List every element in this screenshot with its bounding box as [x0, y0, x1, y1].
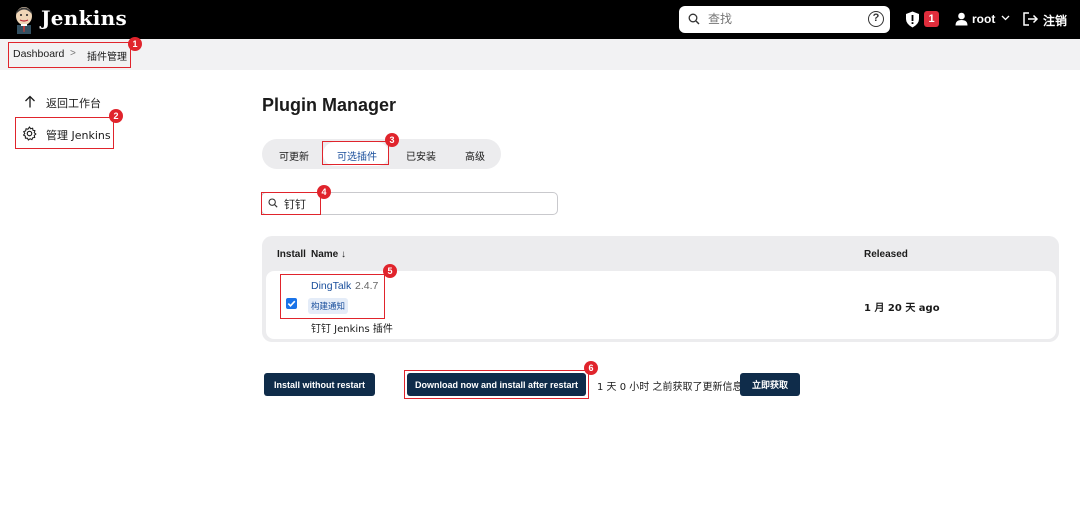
update-info-text: 1 天 0 小时 之前获取了更新信息: [597, 382, 743, 393]
column-header-released[interactable]: Released: [864, 249, 908, 260]
arrow-up-icon: [25, 95, 35, 108]
annotation-number-4: 4: [317, 185, 331, 199]
annotation-box-3: [322, 141, 389, 165]
annotation-number-2: 2: [109, 109, 123, 123]
annotation-number-5: 5: [383, 264, 397, 278]
column-header-name[interactable]: Name ↓: [311, 249, 346, 260]
security-count-badge[interactable]: 1: [924, 11, 939, 27]
annotation-box-5: [280, 274, 385, 319]
breadcrumb: Dashboard > 插件管理: [0, 39, 1080, 70]
install-without-restart-button[interactable]: Install without restart: [264, 373, 375, 396]
brand-name[interactable]: Jenkins: [41, 6, 127, 30]
top-navigation-bar: Jenkins ? 1 root 注销: [0, 0, 1080, 39]
annotation-number-6: 6: [584, 361, 598, 375]
user-icon[interactable]: [955, 12, 968, 26]
tab-installed[interactable]: 已安装: [406, 148, 436, 163]
logout-link[interactable]: 注销: [1043, 12, 1067, 29]
annotation-number-3: 3: [385, 133, 399, 147]
sidebar-item-back-to-dashboard[interactable]: 返回工作台: [46, 95, 101, 111]
search-input[interactable]: [708, 12, 858, 26]
logout-icon[interactable]: [1023, 12, 1039, 26]
help-icon[interactable]: ?: [868, 11, 884, 27]
plugin-description: 钉钉 Jenkins 插件: [311, 324, 393, 335]
jenkins-logo-icon[interactable]: [12, 5, 36, 34]
tab-advanced[interactable]: 高级: [465, 148, 485, 163]
column-header-install: Install: [277, 249, 306, 260]
user-menu-name[interactable]: root: [972, 12, 995, 26]
search-icon: [688, 13, 700, 25]
chevron-down-icon[interactable]: [1001, 15, 1010, 21]
tab-updates[interactable]: 可更新: [279, 148, 309, 163]
annotation-box-2: [15, 117, 114, 149]
page-title: Plugin Manager: [262, 95, 397, 115]
plugin-released: 1 月 20 天 ago: [864, 303, 940, 314]
annotation-box-6: [404, 370, 589, 399]
check-now-button[interactable]: 立即获取: [740, 373, 800, 396]
annotation-box-1: [8, 42, 131, 68]
search-box[interactable]: ?: [679, 6, 890, 33]
annotation-box-4: [261, 192, 321, 215]
annotation-number-1: 1: [128, 37, 142, 51]
security-shield-icon[interactable]: [905, 11, 920, 28]
